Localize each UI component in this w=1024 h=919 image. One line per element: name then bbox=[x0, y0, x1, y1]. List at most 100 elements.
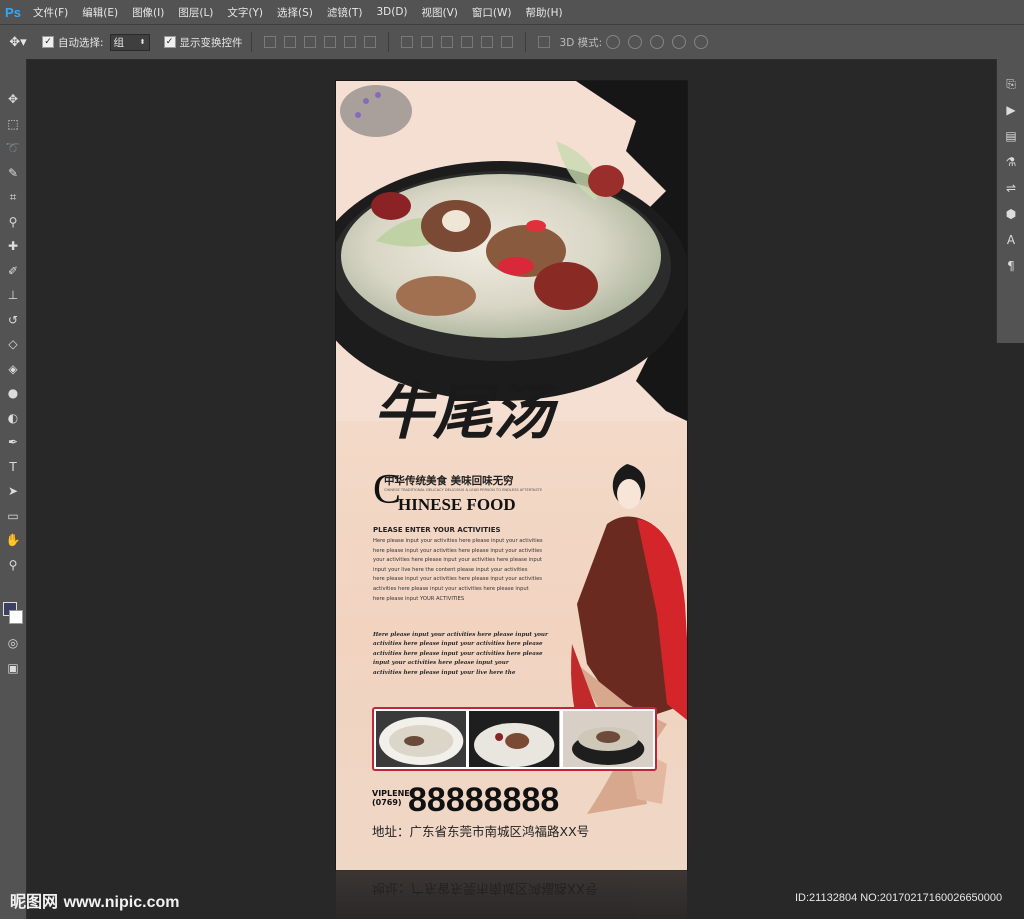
adjust-panel-icon[interactable]: ⇌ bbox=[997, 175, 1024, 201]
body-line: your activities here please input your a… bbox=[373, 557, 543, 564]
brush-icon[interactable]: ✐ bbox=[0, 259, 26, 284]
menu-view[interactable]: 视图(V) bbox=[415, 5, 465, 20]
distribute-hcenter-icon[interactable] bbox=[480, 36, 493, 48]
paint-bucket-icon[interactable]: ◈ bbox=[0, 357, 26, 382]
mode3d-label: 3D 模式: bbox=[559, 36, 603, 49]
actions-panel-icon[interactable]: ▶ bbox=[997, 97, 1024, 123]
quick-select-icon[interactable]: ✎ bbox=[0, 161, 26, 186]
align-top-icon[interactable] bbox=[263, 36, 276, 48]
distribute-right-icon[interactable] bbox=[500, 36, 513, 48]
dodge-icon[interactable]: ◐ bbox=[0, 406, 26, 431]
eraser-icon[interactable]: ◇ bbox=[0, 332, 26, 357]
menu-edit[interactable]: 编辑(E) bbox=[75, 5, 125, 20]
checkbox-check-icon: ✓ bbox=[163, 36, 176, 48]
rotate-3d-icon[interactable] bbox=[606, 35, 621, 49]
menu-help[interactable]: 帮助(H) bbox=[519, 5, 570, 20]
move-icon[interactable]: ✥ bbox=[0, 87, 26, 112]
menu-window[interactable]: 窗口(W) bbox=[465, 5, 519, 20]
crop-icon[interactable]: ⌗ bbox=[0, 185, 26, 210]
divider bbox=[387, 32, 389, 52]
auto-select-dropdown[interactable]: 组 ⬍ bbox=[109, 33, 150, 51]
quick-mask-icon[interactable]: ◎ bbox=[0, 631, 26, 656]
3d-panel-icon[interactable]: ⬢ bbox=[997, 201, 1024, 227]
italic-line: activities here please input your live h… bbox=[373, 669, 516, 676]
slogan-text: 中华传统美食 美味回味无穷 bbox=[384, 475, 514, 487]
type-icon[interactable]: T bbox=[0, 455, 26, 480]
site-watermark: 昵图网 www.nipic.com bbox=[10, 888, 179, 912]
italic-line: input your activities here please input … bbox=[373, 660, 509, 667]
menu-file[interactable]: 文件(F) bbox=[26, 5, 75, 20]
hand-icon[interactable]: ✋ bbox=[0, 528, 26, 553]
brush-panel-icon[interactable]: ⚗ bbox=[997, 149, 1024, 175]
show-transform-checkbox[interactable]: ✓ 显示变换控件 bbox=[163, 35, 243, 50]
show-transform-label: 显示变换控件 bbox=[179, 36, 243, 49]
paragraph-panel-icon[interactable]: ¶ bbox=[997, 253, 1024, 279]
menu-filter[interactable]: 滤镜(T) bbox=[320, 5, 370, 20]
italic-line: Here please input your activities here p… bbox=[373, 632, 548, 638]
menu-type[interactable]: 文字(Y) bbox=[220, 5, 270, 20]
distribute-top-icon[interactable] bbox=[400, 36, 413, 48]
document-canvas[interactable]: 牛尾汤 C 中华传统美食 美味回味无穷 CHINESE TRADITIONAL … bbox=[336, 81, 687, 870]
app-logo[interactable]: Ps bbox=[0, 0, 26, 24]
path-select-icon[interactable]: ➤ bbox=[0, 479, 26, 504]
move-tool-preset-icon[interactable]: ✥▾ bbox=[0, 35, 36, 50]
tools-panel: ✥ ⬚ ➰ ✎ ⌗ ⚲ ✚ ✐ ⊥ ↺ ◇ ◈ ● ◐ ✒ T ➤ ▭ ✋ ⚲ … bbox=[0, 59, 27, 919]
align-left-icon[interactable] bbox=[323, 36, 336, 48]
phone-label-line: VIPLENE bbox=[372, 789, 410, 798]
history-brush-icon[interactable]: ↺ bbox=[0, 308, 26, 333]
drag-3d-icon[interactable] bbox=[650, 35, 665, 49]
food-photo bbox=[376, 711, 467, 767]
checkbox-check-icon: ✓ bbox=[42, 36, 54, 48]
slide-3d-icon[interactable] bbox=[672, 35, 687, 49]
collapsed-panels: ⎘ ▶ ▤ ⚗ ⇌ ⬢ A ¶ bbox=[996, 59, 1024, 343]
lasso-icon[interactable]: ➰ bbox=[0, 136, 26, 161]
address-text: 地址：广东省东莞市南城区鸿福路XX号 bbox=[372, 824, 590, 839]
body-line: input your live here the content please … bbox=[373, 566, 528, 573]
align-vcenter-icon[interactable] bbox=[283, 36, 296, 48]
food-photo-strip bbox=[372, 707, 657, 771]
menu-select[interactable]: 选择(S) bbox=[270, 5, 320, 20]
info-panel-icon[interactable]: ▤ bbox=[997, 123, 1024, 149]
menu-image[interactable]: 图像(I) bbox=[125, 5, 171, 20]
camera-3d-icon[interactable] bbox=[694, 35, 709, 49]
image-id-watermark: ID:21132804 NO:20170217160026650000 bbox=[795, 892, 1003, 904]
blur-icon[interactable]: ● bbox=[0, 381, 26, 406]
character-panel-icon[interactable]: A bbox=[997, 227, 1024, 253]
shape-icon[interactable]: ▭ bbox=[0, 504, 26, 529]
italic-body: Here please input your activities here p… bbox=[373, 631, 583, 678]
phone-number: 88888888 bbox=[408, 781, 560, 819]
body-line: activities here please input your activi… bbox=[373, 585, 529, 592]
divider bbox=[250, 32, 252, 52]
background-color-swatch[interactable] bbox=[9, 610, 23, 624]
reflection-address: 地址：广东省东莞市南城区鸿福路XX号 bbox=[372, 880, 598, 895]
body-line: here please input YOUR ACTIVITIES bbox=[373, 595, 465, 602]
roll-3d-icon[interactable] bbox=[628, 35, 643, 49]
eyedropper-icon[interactable]: ⚲ bbox=[0, 210, 26, 235]
italic-line: activities here please input your activi… bbox=[373, 641, 543, 648]
activities-body: Here please input your activities here p… bbox=[373, 537, 563, 604]
auto-align-icon[interactable] bbox=[537, 36, 550, 48]
stamp-icon[interactable]: ⊥ bbox=[0, 283, 26, 308]
watermark-url: www.nipic.com bbox=[63, 894, 180, 911]
auto-select-checkbox[interactable]: ✓ 自动选择: bbox=[42, 35, 104, 50]
healing-icon[interactable]: ✚ bbox=[0, 234, 26, 259]
history-panel-icon[interactable]: ⎘ bbox=[997, 71, 1024, 97]
align-bottom-icon[interactable] bbox=[303, 36, 316, 48]
menu-3d[interactable]: 3D(D) bbox=[369, 6, 414, 18]
distribute-bottom-icon[interactable] bbox=[440, 36, 453, 48]
phone-area-code: (0769) bbox=[372, 798, 402, 807]
food-photo bbox=[469, 711, 560, 767]
screen-mode-icon[interactable]: ▣ bbox=[0, 656, 26, 681]
zoom-icon[interactable]: ⚲ bbox=[0, 553, 26, 578]
align-right-icon[interactable] bbox=[363, 36, 376, 48]
watermark-brand: 昵图网 bbox=[10, 892, 59, 911]
auto-select-label: 自动选择: bbox=[58, 36, 104, 49]
menu-layer[interactable]: 图层(L) bbox=[171, 5, 220, 20]
marquee-icon[interactable]: ⬚ bbox=[0, 112, 26, 137]
distribute-vcenter-icon[interactable] bbox=[420, 36, 433, 48]
pen-icon[interactable]: ✒ bbox=[0, 430, 26, 455]
distribute-left-icon[interactable] bbox=[460, 36, 473, 48]
divider bbox=[524, 32, 526, 52]
align-hcenter-icon[interactable] bbox=[343, 36, 356, 48]
menu-bar: Ps 文件(F) 编辑(E) 图像(I) 图层(L) 文字(Y) 选择(S) 滤… bbox=[0, 0, 1024, 24]
